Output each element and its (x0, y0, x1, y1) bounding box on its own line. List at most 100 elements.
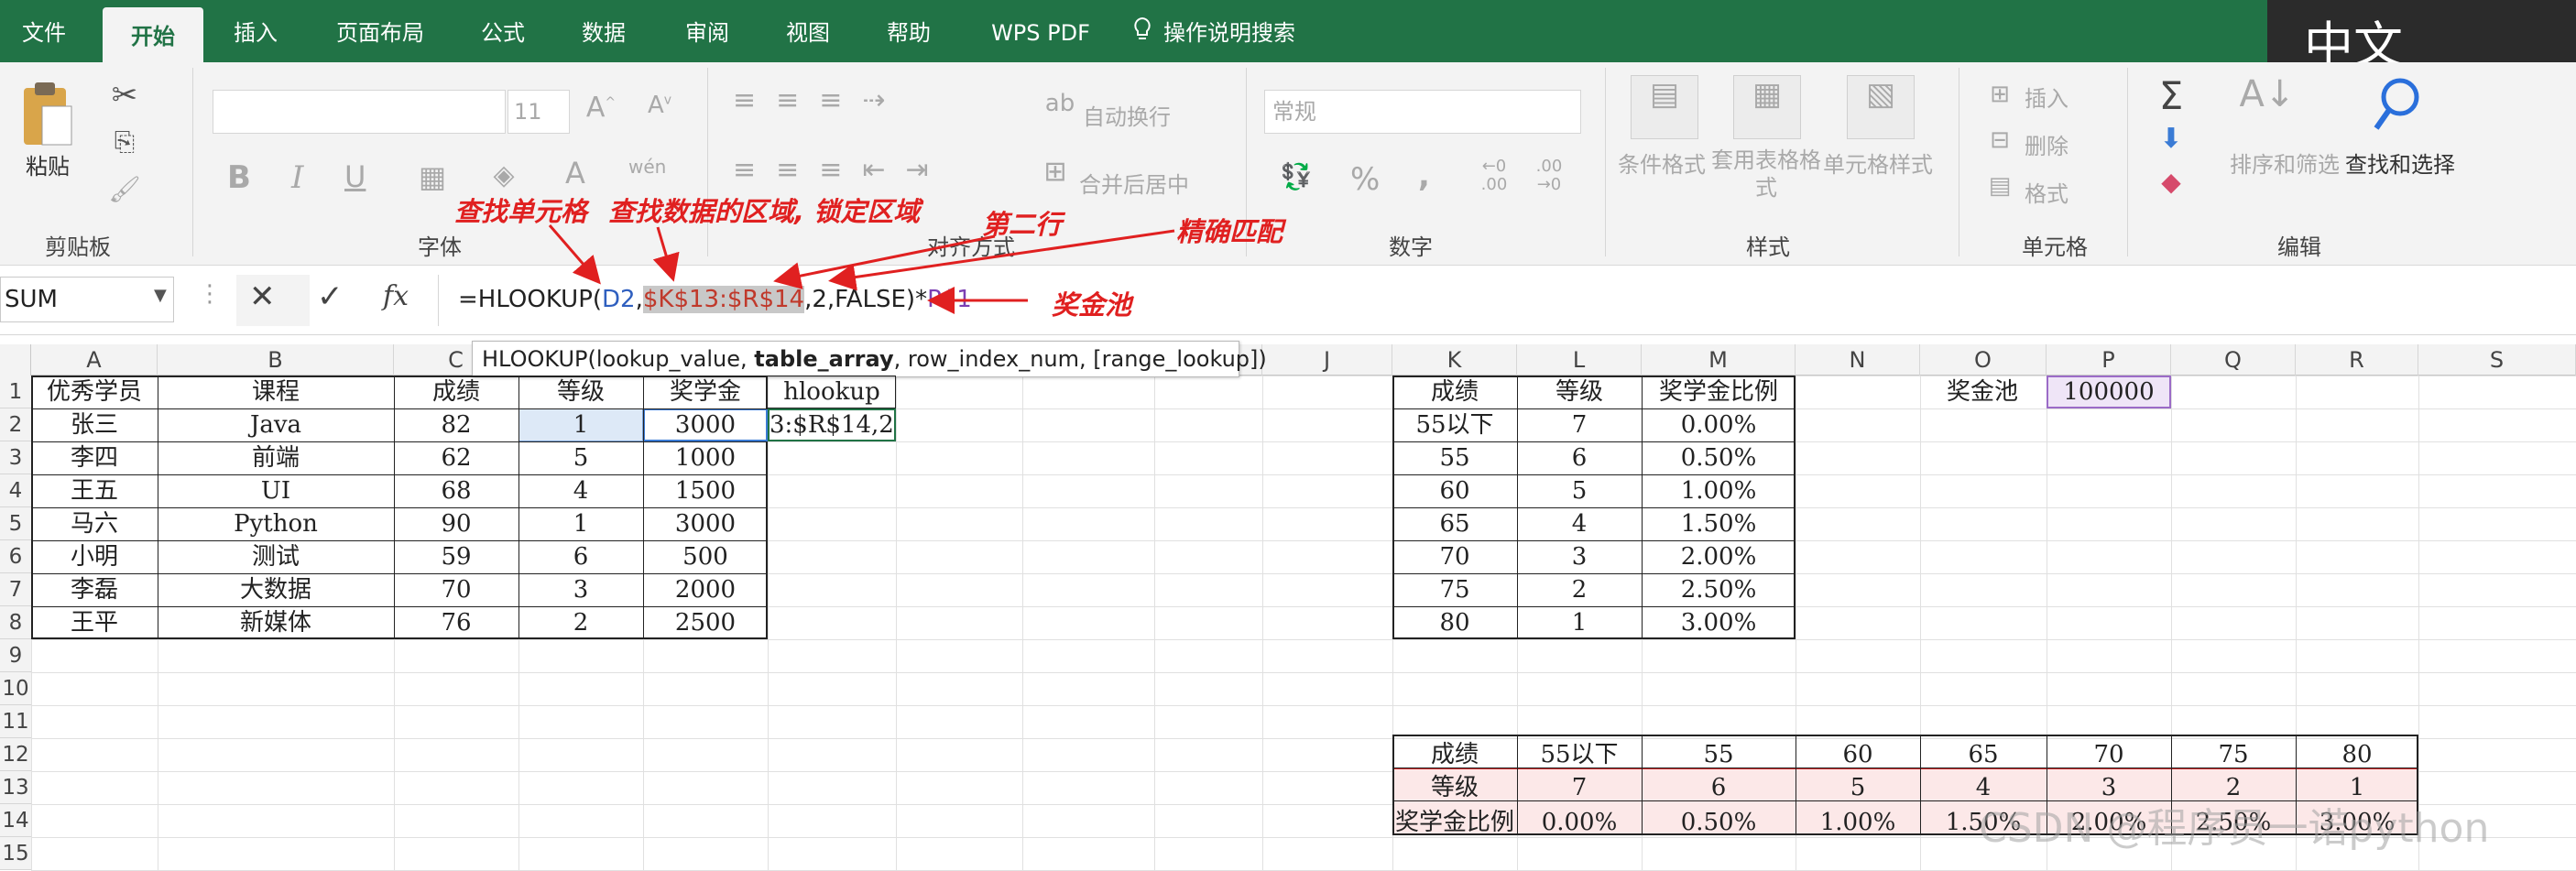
column-header-s[interactable]: S (2418, 344, 2576, 376)
t1-cell[interactable]: 4 (518, 474, 643, 507)
t2-cell[interactable]: 1.00% (1642, 474, 1796, 507)
t2-cell[interactable]: 55以下 (1392, 408, 1517, 441)
column-header-k[interactable]: K (1392, 344, 1517, 376)
t1-cell[interactable]: 王五 (31, 474, 158, 507)
t3-cell[interactable]: 70 (2047, 738, 2171, 771)
t1-cell[interactable]: 2 (518, 606, 643, 639)
row-header-8[interactable]: 8 (0, 606, 31, 639)
t2-cell[interactable]: 70 (1392, 540, 1517, 573)
t1-cell[interactable]: 62 (394, 441, 518, 474)
t1-cell[interactable]: 68 (394, 474, 518, 507)
t1-cell[interactable]: 500 (643, 540, 768, 573)
t1-cell[interactable]: 李四 (31, 441, 158, 474)
t3-cell[interactable]: 等级 (1392, 771, 1517, 804)
t1-cell[interactable]: 王平 (31, 606, 158, 639)
t3-cell[interactable]: 1.00% (1796, 806, 1920, 839)
t2-cell[interactable]: 3 (1517, 540, 1642, 573)
t1-cell[interactable]: 5 (518, 441, 643, 474)
row-header-9[interactable]: 9 (0, 639, 31, 672)
row-header-5[interactable]: 5 (0, 507, 31, 540)
row-header-4[interactable]: 4 (0, 474, 31, 507)
t2-cell[interactable]: 0.50% (1642, 441, 1796, 474)
t2-cell[interactable]: 0.00% (1642, 408, 1796, 441)
t2-cell[interactable]: 2 (1517, 573, 1642, 606)
t3-cell[interactable]: 5 (1796, 771, 1920, 804)
t3-cell[interactable]: 奖学金比例 (1392, 806, 1517, 839)
t2-cell[interactable]: 2.00% (1642, 540, 1796, 573)
t1-cell[interactable] (768, 441, 896, 474)
t1-cell[interactable] (768, 507, 896, 540)
t1-cell[interactable] (768, 474, 896, 507)
t1-cell[interactable]: 1 (518, 507, 643, 540)
t2-cell[interactable]: 3.00% (1642, 606, 1796, 639)
t1-cell[interactable] (768, 540, 896, 573)
t1-cell[interactable]: 大数据 (158, 573, 394, 606)
t1-cell[interactable]: 1500 (643, 474, 768, 507)
t3-cell[interactable]: 75 (2171, 738, 2296, 771)
t2-cell[interactable]: 60 (1392, 474, 1517, 507)
t1-cell[interactable]: 3:$R$14,2 (768, 408, 896, 441)
t3-cell[interactable]: 55 (1642, 738, 1796, 771)
column-header-m[interactable]: M (1642, 344, 1796, 376)
column-header-n[interactable]: N (1796, 344, 1920, 376)
t1-cell[interactable]: 测试 (158, 540, 394, 573)
column-header-b[interactable]: B (158, 344, 394, 376)
t1-cell[interactable]: 6 (518, 540, 643, 573)
t2-cell[interactable]: 5 (1517, 474, 1642, 507)
row-header-11[interactable]: 11 (0, 705, 31, 738)
column-header-p[interactable]: P (2047, 344, 2171, 376)
t2-cell[interactable]: 1 (1517, 606, 1642, 639)
t3-cell[interactable]: 65 (1920, 738, 2047, 771)
t3-cell[interactable]: 55以下 (1517, 738, 1642, 771)
row-header-7[interactable]: 7 (0, 573, 31, 606)
column-header-j[interactable]: J (1262, 344, 1392, 376)
prize-pool-value[interactable]: 100000 (2047, 376, 2171, 408)
t3-cell[interactable]: 7 (1517, 771, 1642, 804)
t2-cell[interactable]: 2.50% (1642, 573, 1796, 606)
t2-cell[interactable]: 6 (1517, 441, 1642, 474)
row-header-15[interactable]: 15 (0, 837, 31, 870)
t1-cell[interactable]: Java (158, 408, 394, 441)
t3-cell[interactable]: 成绩 (1392, 738, 1517, 771)
t2-cell[interactable]: 7 (1517, 408, 1642, 441)
column-header-a[interactable]: A (31, 344, 158, 376)
column-header-l[interactable]: L (1517, 344, 1642, 376)
t1-cell[interactable]: 2000 (643, 573, 768, 606)
t1-cell[interactable]: 新媒体 (158, 606, 394, 639)
row-header-1[interactable]: 1 (0, 376, 31, 408)
row-header-14[interactable]: 14 (0, 804, 31, 837)
t1-cell[interactable]: Python (158, 507, 394, 540)
row-header-12[interactable]: 12 (0, 738, 31, 771)
t1-cell[interactable]: 小明 (31, 540, 158, 573)
t1-cell[interactable]: 1000 (643, 441, 768, 474)
t1-cell[interactable]: 76 (394, 606, 518, 639)
column-header-r[interactable]: R (2296, 344, 2418, 376)
t1-cell[interactable]: UI (158, 474, 394, 507)
t1-cell[interactable]: 1 (518, 408, 643, 441)
t2-cell[interactable]: 55 (1392, 441, 1517, 474)
t1-cell[interactable]: 张三 (31, 408, 158, 441)
row-header-13[interactable]: 13 (0, 771, 31, 804)
t1-cell[interactable] (768, 573, 896, 606)
t2-cell[interactable]: 80 (1392, 606, 1517, 639)
t1-cell[interactable]: 90 (394, 507, 518, 540)
select-all-corner[interactable] (0, 344, 31, 376)
t2-cell[interactable]: 1.50% (1642, 507, 1796, 540)
row-header-10[interactable]: 10 (0, 672, 31, 705)
t3-cell[interactable]: 60 (1796, 738, 1920, 771)
t1-cell[interactable]: 马六 (31, 507, 158, 540)
t2-cell[interactable]: 65 (1392, 507, 1517, 540)
t1-cell[interactable]: 李磊 (31, 573, 158, 606)
t1-cell[interactable]: 70 (394, 573, 518, 606)
t3-cell[interactable]: 80 (2296, 738, 2418, 771)
t1-cell[interactable]: 2500 (643, 606, 768, 639)
t1-cell[interactable]: 82 (394, 408, 518, 441)
t1-cell[interactable] (768, 606, 896, 639)
t1-cell[interactable]: 前端 (158, 441, 394, 474)
t2-cell[interactable]: 4 (1517, 507, 1642, 540)
column-header-o[interactable]: O (1920, 344, 2047, 376)
t1-cell[interactable]: 3000 (643, 408, 768, 441)
t3-cell[interactable]: 6 (1642, 771, 1796, 804)
t1-cell[interactable]: 59 (394, 540, 518, 573)
t3-cell[interactable]: 0.50% (1642, 806, 1796, 839)
